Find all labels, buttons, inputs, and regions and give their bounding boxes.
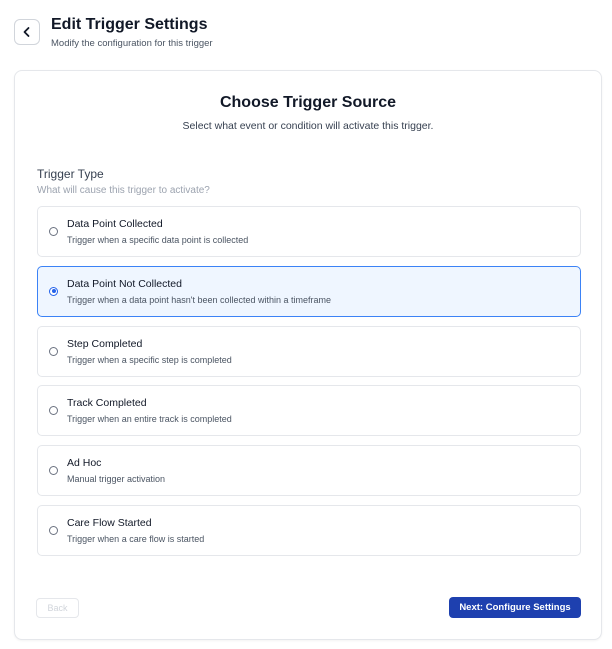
option-data-point-collected[interactable]: Data Point Collected Trigger when a spec… [37,206,581,257]
card-subtitle: Select what event or condition will acti… [182,120,434,132]
option-description: Trigger when a data point hasn't been co… [67,294,332,305]
trigger-source-card: Choose Trigger Source Select what event … [14,70,602,640]
option-description: Trigger when a specific data point is co… [67,235,249,245]
radio-button[interactable] [49,346,58,356]
option-ad-hoc[interactable]: Ad Hoc Manual trigger activation [37,445,581,497]
option-label: Data Point Not Collected [67,277,182,290]
page-title: Edit Trigger Settings [51,16,208,33]
radio-button[interactable] [49,406,58,416]
radio-button[interactable] [49,466,58,476]
option-label: Step Completed [67,337,143,350]
option-label: Ad Hoc [67,457,102,470]
option-track-completed[interactable]: Track Completed Trigger when an entire t… [37,385,581,437]
option-step-completed[interactable]: Step Completed Trigger when a specific s… [37,325,581,377]
trigger-type-label: Trigger Type [37,167,104,181]
option-description: Manual trigger activation [67,474,166,485]
option-label: Care Flow Started [67,516,152,529]
page-header: Edit Trigger Settings Modify the configu… [14,15,598,55]
radio-button[interactable] [49,525,58,535]
option-description: Trigger when a specific step is complete… [67,354,232,365]
next-configure-settings-button[interactable]: Next: Configure Settings [449,597,581,618]
option-label: Data Point Collected [67,218,163,230]
back-nav-button[interactable] [14,19,40,45]
page-subtitle: Modify the configuration for this trigge… [51,38,213,49]
radio-button[interactable] [49,286,58,296]
card-title: Choose Trigger Source [219,94,397,111]
chevron-left-icon [23,27,30,37]
option-label: Track Completed [67,397,147,410]
option-description: Trigger when a care flow is started [67,533,205,544]
trigger-type-options: Data Point Collected Trigger when a spec… [37,206,581,565]
option-care-flow-started[interactable]: Care Flow Started Trigger when a care fl… [37,504,581,556]
back-button[interactable]: Back [36,598,79,618]
option-description: Trigger when an entire track is complete… [67,414,232,425]
radio-button[interactable] [49,227,58,236]
trigger-type-help: What will cause this trigger to activate… [37,185,210,196]
option-data-point-not-collected[interactable]: Data Point Not Collected Trigger when a … [37,265,581,317]
